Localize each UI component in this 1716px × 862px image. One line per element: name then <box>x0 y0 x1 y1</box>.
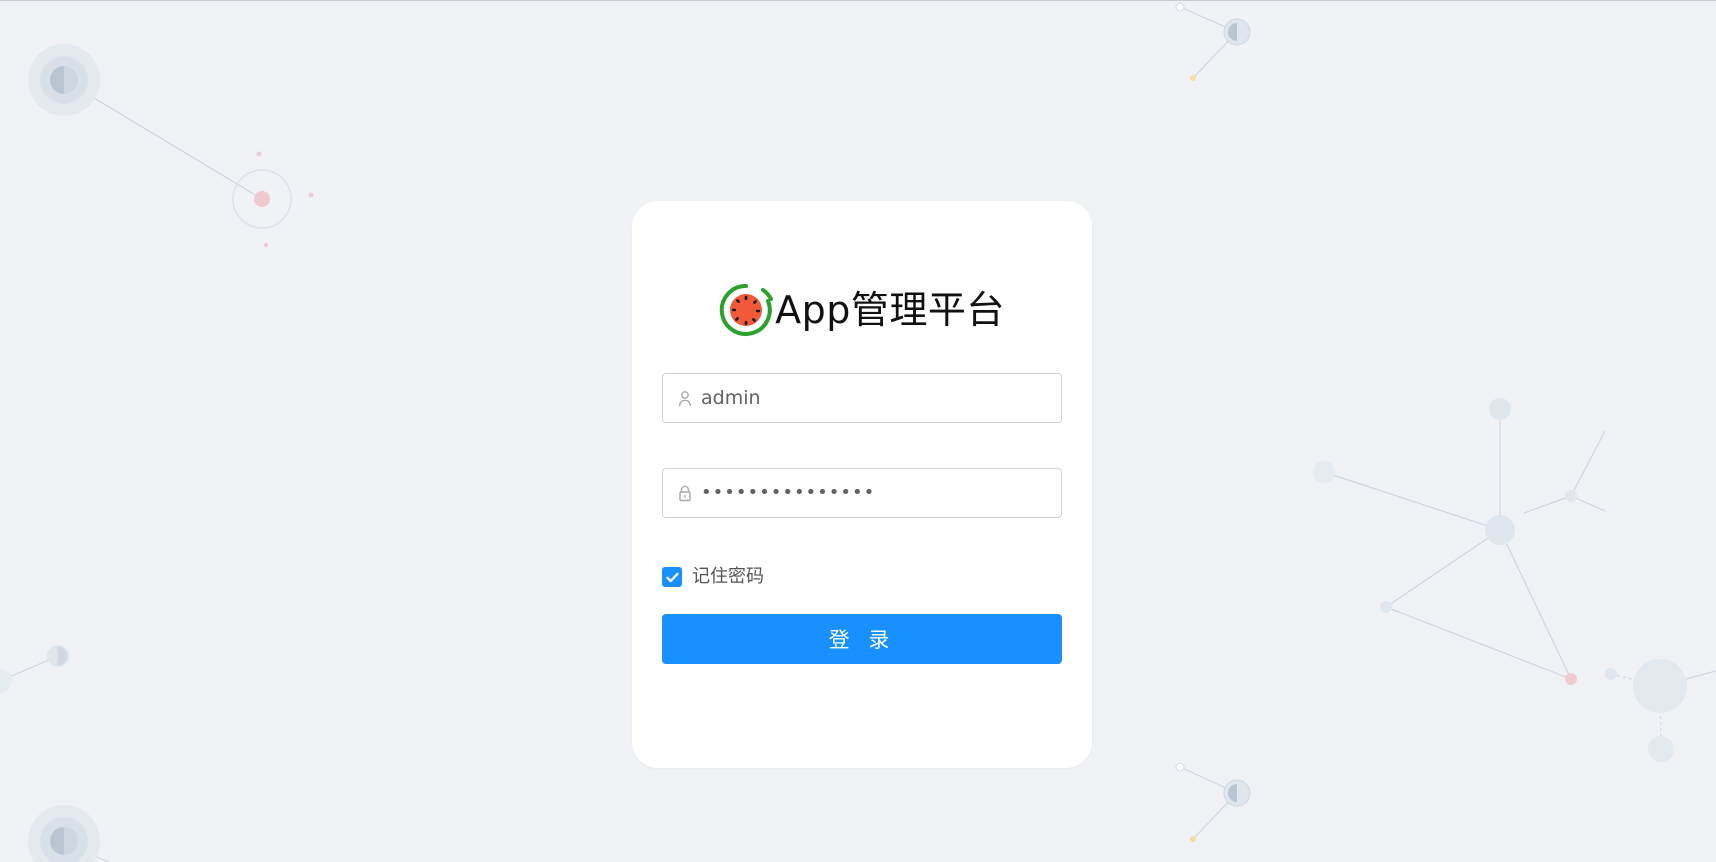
remember-password-checkbox[interactable] <box>662 567 682 587</box>
login-page: App管理平台 ••••••••••••••• <box>0 0 1716 862</box>
password-input[interactable]: ••••••••••••••• <box>701 479 875 507</box>
remember-password-label: 记住密码 <box>692 566 764 587</box>
watermelon-logo-icon <box>719 283 774 336</box>
check-icon <box>665 572 679 582</box>
login-card: App管理平台 ••••••••••••••• <box>632 201 1092 768</box>
remember-password[interactable]: 记住密码 <box>662 566 764 588</box>
app-title: App管理平台 <box>775 288 1005 332</box>
login-button[interactable]: 登 录 <box>662 614 1062 664</box>
username-field[interactable] <box>662 373 1062 423</box>
lock-icon <box>677 484 693 502</box>
username-input[interactable] <box>701 384 1021 412</box>
user-icon <box>677 389 693 407</box>
brand-header: App管理平台 <box>632 283 1092 337</box>
password-field[interactable]: ••••••••••••••• <box>662 468 1062 518</box>
